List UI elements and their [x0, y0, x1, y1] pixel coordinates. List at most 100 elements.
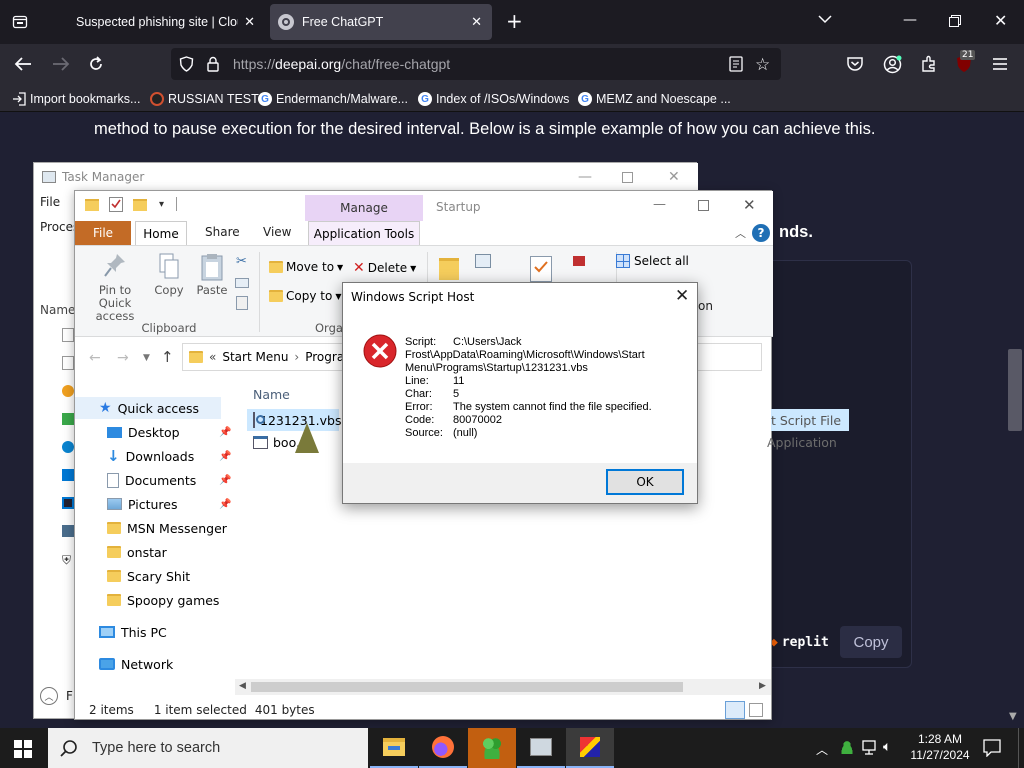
bookmark-endermanch[interactable]: G Endermanch/Malware... — [258, 90, 408, 108]
tab-application-tools[interactable]: Application Tools — [308, 221, 420, 245]
new-folder-icon[interactable] — [133, 199, 147, 211]
nav-documents[interactable]: Documents — [107, 469, 196, 491]
back-arrow-icon[interactable] — [14, 56, 32, 72]
new-tab-plus-icon[interactable]: + — [506, 11, 523, 31]
select-all-button[interactable]: Select all — [616, 254, 689, 268]
pocket-icon[interactable] — [846, 56, 864, 72]
bookmark-russian-test[interactable]: RUSSIAN TEST — [150, 90, 259, 108]
properties-icon[interactable] — [530, 256, 552, 282]
nav-network[interactable]: Network — [99, 653, 173, 675]
page-scrollbar-thumb[interactable] — [1008, 349, 1022, 431]
taskbar-task-manager[interactable] — [517, 728, 565, 768]
explorer-maximize-icon[interactable] — [698, 200, 709, 211]
collapse-ribbon-chevron-icon[interactable]: ︿ — [735, 225, 746, 241]
pinned-icon[interactable]: 📌 — [219, 451, 231, 462]
nav-downloads[interactable]: ↓ Downloads — [107, 445, 194, 467]
bookmark-memz[interactable]: G MEMZ and Noescape ... — [578, 90, 731, 108]
taskbar-firefox[interactable] — [419, 728, 467, 768]
breadcrumb-start-menu[interactable]: Start Menu — [222, 350, 288, 364]
scroll-right-icon[interactable]: ▶ — [759, 681, 766, 691]
volume-tray-icon[interactable]: 🔈︎ — [883, 739, 891, 755]
tab-file[interactable]: File — [75, 221, 131, 245]
scroll-down-arrow-icon[interactable]: ▼ — [1009, 711, 1017, 722]
ublock-extension-icon[interactable]: 21 — [954, 50, 976, 74]
paste-button[interactable]: Paste — [195, 252, 229, 297]
explorer-forward-icon[interactable]: → — [117, 350, 129, 366]
tab-phishing[interactable]: Suspected phishing site | Cloudf ✕ — [60, 4, 265, 40]
notifications-icon[interactable] — [983, 739, 1001, 757]
bookmark-import[interactable]: Import bookmarks... — [12, 90, 140, 108]
taskbar-clock[interactable]: 1:28 AM 11/27/2024 — [900, 731, 980, 763]
tm-close-icon[interactable]: ✕ — [668, 169, 680, 185]
paste-shortcut-icon[interactable] — [236, 296, 248, 310]
firefox-view-icon[interactable] — [12, 14, 28, 30]
details-view-icon[interactable] — [725, 701, 745, 719]
bookmark-star-icon[interactable]: ☆ — [755, 55, 770, 75]
qat-dropdown-icon[interactable]: ▾ — [159, 199, 164, 210]
url-text[interactable]: https://deepai.org/chat/free-chatgpt — [233, 56, 450, 72]
tm-maximize-icon[interactable] — [622, 172, 633, 183]
nav-onstar[interactable]: onstar — [107, 541, 167, 563]
nav-pictures[interactable]: Pictures — [107, 493, 178, 515]
tab-view[interactable]: View — [263, 225, 291, 239]
fewer-details-label[interactable]: F — [66, 689, 73, 703]
show-hidden-icons-chevron[interactable]: ︿ — [816, 741, 828, 758]
taskbar-search-box[interactable]: Type here to search — [48, 728, 368, 768]
lock-icon[interactable] — [207, 56, 219, 72]
reload-icon[interactable] — [88, 56, 104, 72]
windows-start-icon[interactable] — [14, 740, 32, 758]
tm-menu-file[interactable]: File — [40, 195, 60, 209]
taskbar-file-explorer[interactable] — [370, 728, 418, 768]
horizontal-scrollbar[interactable]: ◀ ▶ — [235, 679, 771, 695]
list-tabs-chevron-icon[interactable] — [818, 14, 832, 24]
show-desktop-button[interactable] — [1018, 728, 1024, 768]
copy-path-icon[interactable] — [235, 278, 249, 288]
open-icon[interactable] — [573, 256, 585, 266]
recent-locations-icon[interactable]: ▼ — [143, 353, 150, 363]
help-icon[interactable]: ? — [752, 224, 770, 242]
account-icon[interactable] — [883, 55, 902, 74]
address-overflow-icon[interactable]: « — [209, 350, 216, 364]
tab-home[interactable]: Home — [135, 221, 187, 245]
manage-context-tab[interactable]: Manage — [305, 195, 423, 221]
explorer-minimize-icon[interactable]: — — [653, 197, 666, 212]
tracking-shield-icon[interactable] — [179, 56, 194, 72]
close-tab-icon[interactable]: ✕ — [471, 14, 482, 30]
nav-this-pc[interactable]: This PC — [99, 621, 167, 643]
copy-button[interactable]: Copy — [153, 252, 185, 297]
cut-scissors-icon[interactable]: ✂ — [236, 254, 247, 269]
taskbar-script-host[interactable] — [566, 728, 614, 768]
large-icons-view-icon[interactable] — [749, 703, 763, 717]
url-bar[interactable]: https://deepai.org/chat/free-chatgpt ☆ — [171, 48, 781, 80]
breadcrumb-chevron-icon[interactable]: › — [294, 350, 299, 364]
bookmark-isos[interactable]: G Index of /ISOs/Windows — [418, 90, 569, 108]
dialog-close-icon[interactable]: ✕ — [675, 286, 689, 306]
close-window-icon[interactable]: ✕ — [994, 11, 1007, 30]
replit-button[interactable]: ◆ replit — [770, 627, 829, 657]
reader-view-icon[interactable] — [729, 56, 743, 72]
nav-scary-shit[interactable]: Scary Shit — [107, 565, 190, 587]
taskbar-msn-messenger[interactable] — [468, 728, 516, 768]
new-item-icon[interactable] — [475, 254, 491, 268]
hamburger-menu-icon[interactable] — [992, 57, 1008, 71]
column-header-name[interactable]: Name — [253, 387, 290, 402]
tab-free-chatgpt[interactable]: Free ChatGPT ✕ — [270, 4, 492, 40]
nav-desktop[interactable]: Desktop — [107, 421, 180, 443]
minimize-icon[interactable]: — — [903, 12, 917, 28]
pinned-icon[interactable]: 📌 — [219, 499, 231, 510]
pinned-icon[interactable]: 📌 — [219, 475, 231, 486]
scroll-left-icon[interactable]: ◀ — [239, 681, 246, 691]
move-to-button[interactable]: Move to ▼ — [269, 260, 343, 274]
tab-share[interactable]: Share — [205, 225, 240, 239]
pinned-icon[interactable]: 📌 — [219, 427, 231, 438]
properties-check-icon[interactable] — [109, 197, 123, 212]
explorer-back-icon[interactable]: ← — [89, 350, 101, 366]
nav-quick-access[interactable]: ★ Quick access — [75, 397, 221, 419]
forward-arrow-icon[interactable] — [52, 56, 70, 72]
explorer-close-icon[interactable]: ✕ — [743, 196, 756, 214]
extensions-puzzle-icon[interactable] — [920, 55, 938, 73]
copy-to-button[interactable]: Copy to ▼ — [269, 289, 341, 303]
pin-to-quick-access-button[interactable]: Pin to Quick access — [81, 252, 149, 323]
nav-spoopy-games[interactable]: Spoopy games — [107, 589, 219, 611]
restore-icon[interactable] — [949, 15, 961, 27]
